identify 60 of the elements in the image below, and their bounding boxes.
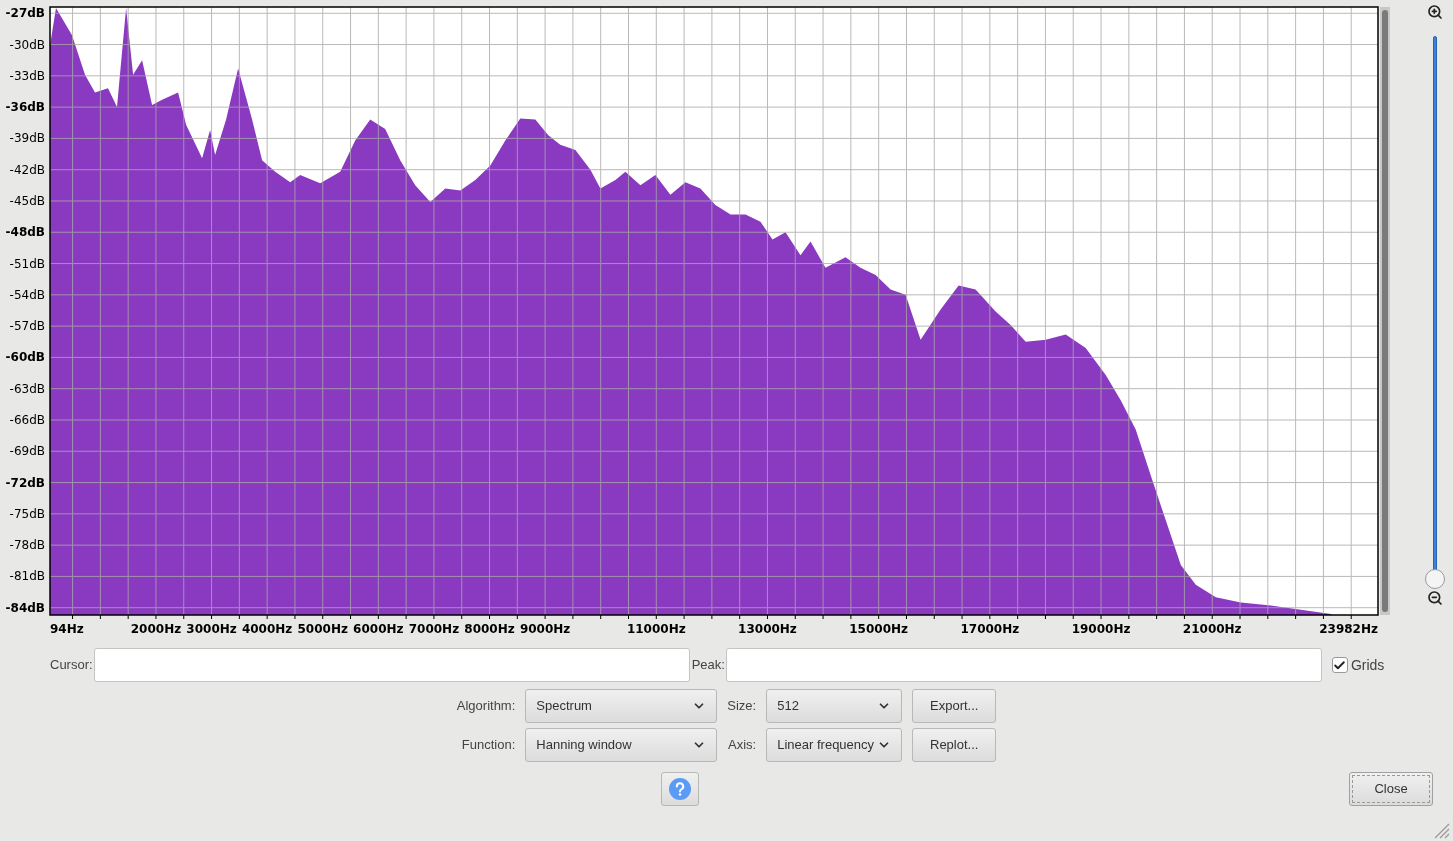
field-label: Cursor:	[50, 656, 93, 675]
y-axis-label: -75dB	[9, 506, 45, 521]
x-axis-label: 5000Hz	[297, 622, 348, 636]
field-label: Peak:	[691, 656, 725, 675]
cursor-field[interactable]	[93, 648, 690, 682]
x-axis-label: 19000Hz	[1071, 622, 1131, 636]
y-axis-label: -27dB	[5, 6, 45, 21]
peak-field[interactable]	[725, 648, 1322, 682]
action-button[interactable]: Replot...	[912, 728, 997, 762]
y-axis-label: -48dB	[5, 225, 45, 240]
y-axis-label: -66dB	[9, 413, 45, 427]
x-axis-label: 23982Hz	[1319, 622, 1378, 636]
x-axis-label: 17000Hz	[960, 622, 1020, 636]
y-axis-label: -84dB	[5, 600, 45, 615]
zoom-in-icon[interactable]	[1427, 4, 1443, 20]
grids-checkbox[interactable]	[1331, 657, 1348, 673]
resize-grip-icon[interactable]	[1432, 821, 1450, 839]
control-label: Function:	[461, 736, 516, 755]
x-axis-label: 13000Hz	[738, 622, 797, 636]
y-axis-label: -30dB	[9, 37, 45, 52]
dropdown[interactable]: Linear frequency	[766, 728, 903, 762]
dropdown[interactable]: Spectrum	[525, 689, 718, 723]
x-axis-label: 4000Hz	[241, 622, 293, 636]
zoom-out-icon[interactable]	[1427, 590, 1443, 606]
y-axis-label: -78dB	[9, 538, 45, 553]
x-axis-label: 94Hz	[50, 622, 84, 636]
y-axis-label: -42dB	[9, 162, 45, 177]
x-axis-label: 2000Hz	[130, 622, 182, 636]
y-axis-label: -33dB	[9, 68, 45, 83]
y-axis-label: -81dB	[9, 569, 45, 584]
x-axis-label: 6000Hz	[353, 622, 404, 636]
y-axis-label: -60dB	[5, 350, 45, 365]
x-axis-label: 15000Hz	[849, 622, 909, 636]
dropdown[interactable]: Hanning window	[525, 728, 718, 762]
checkbox-label: Grids	[1350, 655, 1385, 675]
y-axis-label: -54dB	[9, 287, 45, 302]
y-axis-label: -36dB	[5, 100, 45, 115]
slider-thumb[interactable]	[1425, 569, 1445, 589]
x-axis-label: 11000Hz	[626, 622, 686, 636]
action-button[interactable]: Export...	[912, 689, 997, 723]
scrollbar[interactable]	[1380, 7, 1390, 615]
control-label: Algorithm:	[456, 697, 516, 716]
x-axis-label: 3000Hz	[186, 622, 237, 636]
x-axis-label: 9000Hz	[519, 622, 571, 636]
dropdown[interactable]: 512	[766, 689, 903, 723]
y-axis-label: -69dB	[9, 444, 45, 459]
y-axis-label: -72dB	[5, 475, 45, 490]
help-button[interactable]	[661, 772, 699, 806]
x-axis-label: 7000Hz	[408, 622, 460, 636]
close-button[interactable]: Close	[1349, 772, 1433, 806]
y-axis-label: -39dB	[9, 131, 45, 146]
help-icon	[669, 778, 691, 800]
control-label: Size:	[727, 697, 757, 716]
x-axis-label: 21000Hz	[1182, 622, 1242, 636]
y-axis-label: -57dB	[9, 319, 45, 334]
y-axis-label: -45dB	[9, 194, 45, 208]
y-axis-label: -63dB	[9, 381, 45, 396]
control-label: Axis:	[728, 736, 757, 755]
y-axis-label: -51dB	[9, 256, 45, 271]
x-axis-label: 8000Hz	[464, 622, 515, 636]
